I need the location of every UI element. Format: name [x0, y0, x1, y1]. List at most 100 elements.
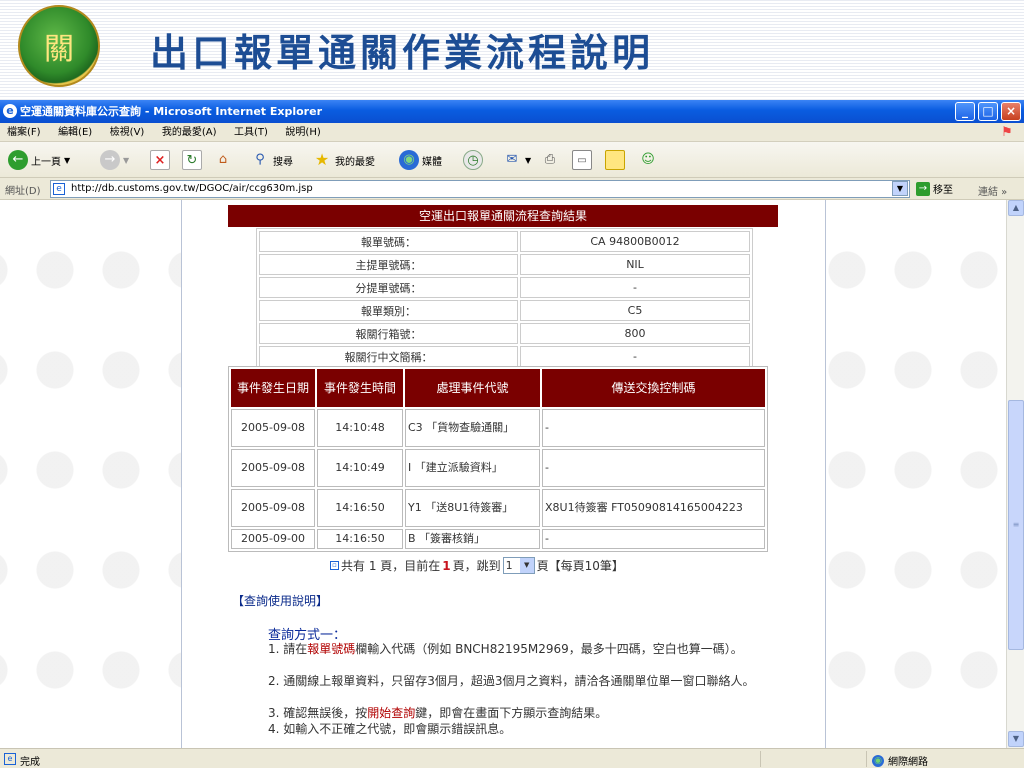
table-row: 2005-09-00 14:16:50 B 「簽審核銷」 -	[231, 529, 765, 549]
messenger-icon: ☺	[641, 152, 655, 167]
status-divider	[866, 751, 867, 767]
scroll-thumb[interactable]: ≡	[1008, 400, 1024, 650]
table-row: 分提單號碼： -	[259, 277, 750, 298]
help-text: 3. 確認無誤後，按	[268, 706, 368, 720]
table-row: 2005-09-08 14:16:50 Y1 「送8U1待簽審」 X8U1待簽審…	[231, 489, 765, 527]
links-label: 連結	[978, 187, 998, 198]
favorites-label: 我的最愛	[335, 156, 375, 168]
search-icon: ⚲	[255, 152, 265, 167]
menu-help[interactable]: 說明(H)	[278, 123, 327, 142]
table-row: 2005-09-08 14:10:48 C3 「貨物查驗通關」 -	[231, 409, 765, 447]
media-label: 媒體	[422, 156, 442, 168]
info-label: 分提單號碼：	[259, 277, 518, 298]
logo-mark: 關	[44, 32, 74, 67]
printer-icon: ⎙	[544, 152, 556, 167]
media-button[interactable]: ◉ 媒體	[399, 149, 442, 171]
table-row: 報關行箱號： 800	[259, 323, 750, 344]
customs-logo: 關	[18, 5, 100, 87]
table-row: 主提單號碼： NIL	[259, 254, 750, 275]
address-url: http://db.customs.gov.tw/DGOC/air/ccg630…	[71, 183, 313, 194]
close-button[interactable]: ×	[1001, 102, 1021, 121]
result-title: 空運出口報單通關流程查詢結果	[228, 205, 778, 227]
address-input[interactable]: e http://db.customs.gov.tw/DGOC/air/ccg6…	[50, 180, 910, 198]
forward-arrow-icon: →	[100, 150, 120, 170]
help-line-4: 4. 如輸入不正確之代號，即會顯示錯誤訊息。	[268, 722, 512, 736]
info-value: C5	[520, 300, 750, 321]
messenger-button[interactable]: ☺	[638, 149, 658, 171]
print-button[interactable]: ⎙	[540, 149, 560, 171]
menu-file[interactable]: 檔案(F)	[0, 123, 48, 142]
scroll-down-button[interactable]: ▼	[1008, 731, 1024, 747]
refresh-button[interactable]: ↻	[182, 149, 202, 171]
table-row: 2005-09-08 14:10:49 I 「建立派驗資料」 -	[231, 449, 765, 487]
event-time: 14:16:50	[317, 529, 403, 549]
maximize-button[interactable]: □	[978, 102, 998, 121]
event-table: 事件發生日期 事件發生時間 處理事件代號 傳送交換控制碼 2005-09-08 …	[228, 366, 768, 552]
help-line-1: 1. 請在報單號碼欄輸入代碼（例如 BNCH82195M2969，最多十四碼，空…	[268, 641, 778, 657]
info-value: 800	[520, 323, 750, 344]
stop-button[interactable]: ×	[150, 149, 170, 171]
info-label: 報關行箱號：	[259, 323, 518, 344]
history-button[interactable]: ◷	[463, 149, 483, 171]
vertical-scrollbar[interactable]: ▲ ≡ ▼	[1006, 200, 1024, 748]
help-emphasis: 報單號碼	[307, 642, 356, 656]
event-code: C3 「貨物查驗通關」	[405, 409, 540, 447]
minimize-button[interactable]: _	[955, 102, 975, 121]
table-row: 報關行中文簡稱： -	[259, 346, 750, 367]
star-icon: ★	[314, 150, 330, 169]
go-button[interactable]: → 移至	[916, 181, 953, 196]
event-time: 14:10:48	[317, 409, 403, 447]
history-clock-icon: ◷	[463, 150, 483, 170]
event-control: X8U1待簽審 FT05090814165004223	[542, 489, 765, 527]
ie-icon: e	[3, 104, 17, 118]
help-text: 欄輸入代碼（例如 BNCH82195M2969，最多十四碼，空白也算一碼）。	[355, 642, 743, 656]
discuss-button[interactable]	[605, 149, 625, 171]
toolbar: ← 上一頁 ▼ → ▼ × ↻ ⌂ ⚲ 搜尋 ★ 我的最愛 ◉ 媒體 ◷ ✉ ▼…	[0, 142, 1024, 178]
event-code: B 「簽審核銷」	[405, 529, 540, 549]
chevron-down-icon: ▼	[123, 155, 130, 165]
back-button[interactable]: ← 上一頁 ▼	[8, 149, 70, 171]
event-control: -	[542, 529, 765, 549]
pager-current-page: 1	[442, 558, 451, 573]
event-date: 2005-09-00	[231, 529, 315, 549]
security-zone: ◉ 網際網路	[872, 753, 928, 768]
scroll-up-button[interactable]: ▲	[1008, 200, 1024, 216]
help-heading: 【查詢使用說明】	[232, 594, 329, 608]
slide-title: 出口報單通關作業流程說明	[150, 30, 655, 75]
status-text: 完成	[20, 757, 40, 768]
home-button[interactable]: ⌂	[213, 149, 233, 171]
event-time: 14:16:50	[317, 489, 403, 527]
menu-edit[interactable]: 編輯(E)	[51, 123, 99, 142]
info-value: -	[520, 277, 750, 298]
note-icon	[605, 150, 625, 170]
favorites-button[interactable]: ★ 我的最愛	[312, 149, 375, 171]
mail-icon: ✉	[506, 152, 518, 167]
ie-window: e 空運通關資料庫公示查詢 - Microsoft Internet Explo…	[0, 100, 1024, 768]
info-label: 報關行中文簡稱：	[259, 346, 518, 367]
address-dropdown-button[interactable]: ▼	[892, 181, 908, 196]
table-row: 報單類別： C5	[259, 300, 750, 321]
back-label: 上一頁	[31, 156, 61, 168]
menu-favorites[interactable]: 我的最愛(A)	[155, 123, 224, 142]
info-label: 報單類別：	[259, 300, 518, 321]
window-titlebar[interactable]: e 空運通關資料庫公示查詢 - Microsoft Internet Explo…	[0, 100, 1024, 123]
search-button[interactable]: ⚲ 搜尋	[250, 149, 293, 171]
go-label: 移至	[933, 185, 953, 196]
status-divider	[760, 751, 761, 767]
address-bar: 網址(D) e http://db.customs.gov.tw/DGOC/ai…	[0, 178, 1024, 200]
zone-label: 網際網路	[888, 757, 928, 768]
links-button[interactable]: 連結 »	[978, 183, 1007, 198]
pager-middle: 頁，跳到	[452, 559, 501, 573]
menu-tools[interactable]: 工具(T)	[227, 123, 275, 142]
event-control: -	[542, 409, 765, 447]
table-row: 報單號碼： CA 94800B0012	[259, 231, 750, 252]
mail-button[interactable]: ✉ ▼	[502, 149, 532, 171]
page-done-icon: e	[4, 753, 16, 765]
event-code: Y1 「送8U1待簽審」	[405, 489, 540, 527]
media-globe-icon: ◉	[399, 150, 419, 170]
menu-view[interactable]: 檢視(V)	[103, 123, 152, 142]
info-label: 報單號碼：	[259, 231, 518, 252]
page-jump-select[interactable]: 1 ▼	[502, 557, 535, 574]
forward-button[interactable]: → ▼	[100, 149, 129, 171]
edit-button[interactable]: ▭	[572, 149, 592, 171]
